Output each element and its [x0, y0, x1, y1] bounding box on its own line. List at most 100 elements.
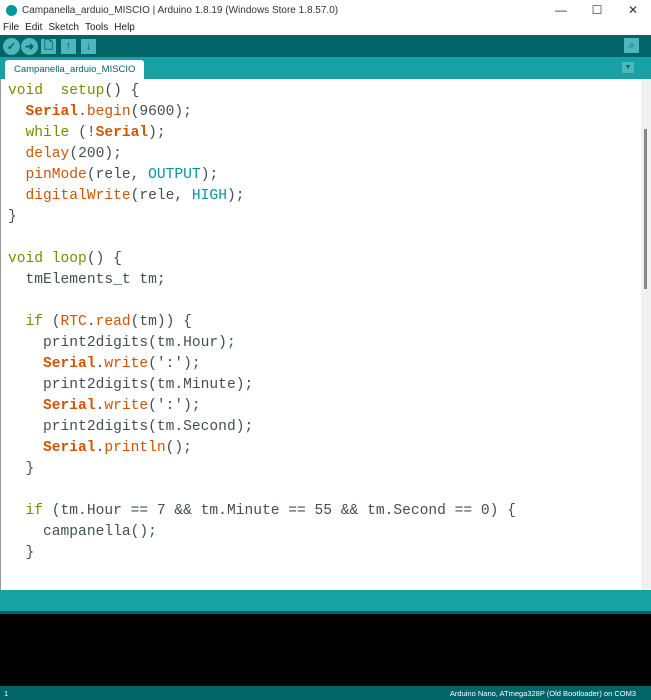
code-token: if — [25, 503, 44, 519]
close-button[interactable]: ✕ — [615, 0, 651, 20]
code-text[interactable]: void setup() { Serial.begin(9600); while… — [1, 79, 651, 564]
code-token: campanella(); — [8, 524, 157, 540]
code-token: setup — [60, 83, 105, 99]
code-token: ); — [200, 167, 219, 183]
status-bar: 1 Arduino Nano, ATmega328P (Old Bootload… — [0, 686, 651, 700]
code-line: pinMode(rele, OUTPUT); — [8, 165, 651, 186]
code-line: print2digits(tm.Second); — [8, 417, 651, 438]
code-token: begin — [86, 104, 131, 120]
code-line: ​ — [8, 291, 651, 312]
code-token: (tm.Hour == 7 && tm.Minute == 55 && tm.S… — [43, 503, 516, 519]
code-token: loop — [43, 251, 87, 267]
tab-bar: Campanella_arduio_MISCIO ▼ — [0, 57, 651, 79]
code-line: Serial.write(':'); — [8, 396, 651, 417]
code-line: while (!Serial); — [8, 123, 651, 144]
code-line: Serial.println(); — [8, 438, 651, 459]
window-title: Campanella_arduio_MISCIO | Arduino 1.8.1… — [22, 4, 339, 16]
serial-monitor-button[interactable]: ⌕ — [624, 38, 639, 53]
code-token: ( — [43, 314, 61, 330]
arduino-logo-icon — [6, 4, 17, 16]
scrollbar-thumb[interactable] — [644, 129, 647, 289]
code-line: print2digits(tm.Minute); — [8, 375, 651, 396]
code-token: write — [104, 356, 149, 372]
code-token: } — [8, 461, 35, 477]
code-token: digitalWrite — [25, 188, 131, 204]
code-line: } — [8, 543, 651, 564]
code-token: print2digits(tm.Hour); — [8, 335, 236, 351]
code-token: ); — [226, 188, 245, 204]
code-token: (':'); — [148, 356, 201, 372]
code-token: void — [8, 83, 44, 99]
code-token: RTC — [60, 314, 87, 330]
code-token: (tm)) { — [130, 314, 192, 330]
title-bar: Campanella_arduio_MISCIO | Arduino 1.8.1… — [0, 0, 651, 20]
code-line: campanella(); — [8, 522, 651, 543]
verify-button[interactable]: ✓ — [3, 37, 20, 55]
code-line: void setup() { — [8, 81, 651, 102]
code-token: Serial — [43, 440, 96, 456]
code-line: ​ — [8, 480, 651, 501]
new-button[interactable]: 🗋 — [41, 38, 56, 54]
code-token: read — [95, 314, 131, 330]
code-token: OUTPUT — [148, 167, 201, 183]
code-token: println — [104, 440, 166, 456]
code-line: if (tm.Hour == 7 && tm.Minute == 55 && t… — [8, 501, 651, 522]
code-token: () { — [104, 83, 140, 99]
code-editor[interactable]: void setup() { Serial.begin(9600); while… — [0, 79, 651, 590]
code-line: } — [8, 459, 651, 480]
code-token: void — [8, 251, 44, 267]
code-line: print2digits(tm.Hour); — [8, 333, 651, 354]
menu-edit[interactable]: Edit — [25, 22, 42, 33]
code-token: (200); — [69, 146, 122, 162]
code-token: while — [25, 125, 70, 141]
upload-button[interactable]: ➜ — [21, 37, 38, 55]
menu-sketch[interactable]: Sketch — [48, 22, 79, 33]
console-output — [0, 614, 651, 686]
minimize-button[interactable]: — — [543, 0, 579, 20]
menu-file[interactable]: File — [3, 22, 19, 33]
code-token: Serial — [95, 125, 149, 141]
code-line: delay(200); — [8, 144, 651, 165]
vertical-scrollbar[interactable] — [641, 79, 651, 590]
code-token: write — [104, 398, 149, 414]
code-token: } — [8, 209, 17, 225]
code-token: tmElements_t tm; — [8, 272, 166, 288]
code-line: } — [8, 207, 651, 228]
open-button[interactable]: ↑ — [61, 38, 76, 54]
board-info: Arduino Nano, ATmega328P (Old Bootloader… — [449, 688, 636, 698]
code-token: } — [8, 545, 35, 561]
code-token: (! — [69, 125, 96, 141]
code-token: HIGH — [191, 188, 227, 204]
code-token: Serial — [43, 398, 96, 414]
save-button[interactable]: ↓ — [81, 38, 96, 54]
code-token: (rele, — [86, 167, 149, 183]
tab-sketch[interactable]: Campanella_arduio_MISCIO — [5, 60, 145, 79]
code-token: delay — [25, 146, 70, 162]
maximize-button[interactable]: ☐ — [579, 0, 615, 20]
code-line: if (RTC.read(tm)) { — [8, 312, 651, 333]
toolbar: ✓ ➜ 🗋 ↑ ↓ ⌕ — [0, 35, 651, 57]
code-token: if — [25, 314, 44, 330]
code-token: () { — [86, 251, 122, 267]
code-token: print2digits(tm.Minute); — [8, 377, 254, 393]
code-token: (rele, — [130, 188, 192, 204]
code-token: pinMode — [25, 167, 87, 183]
code-token: (':'); — [148, 398, 201, 414]
message-bar — [0, 590, 651, 614]
code-token: Serial — [25, 104, 79, 120]
tab-menu-button[interactable]: ▼ — [622, 62, 634, 73]
code-line: void loop() { — [8, 249, 651, 270]
code-token: (9600); — [130, 104, 192, 120]
menu-help[interactable]: Help — [114, 22, 135, 33]
menu-tools[interactable]: Tools — [85, 22, 108, 33]
code-line: Serial.write(':'); — [8, 354, 651, 375]
code-line: tmElements_t tm; — [8, 270, 651, 291]
code-token: Serial — [43, 356, 96, 372]
